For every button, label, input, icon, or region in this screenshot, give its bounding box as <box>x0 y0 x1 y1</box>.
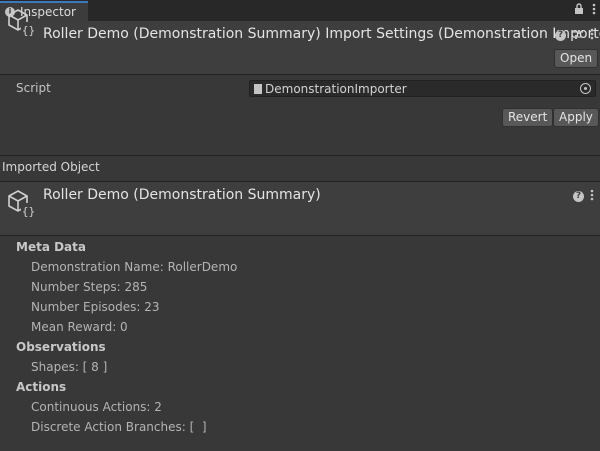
imported-object-header-buttons: ? <box>573 189 594 204</box>
open-button[interactable]: Open <box>554 49 599 68</box>
help-icon[interactable]: ? <box>573 191 584 202</box>
apply-button[interactable]: Apply <box>553 108 599 127</box>
number-episodes: Number Episodes: 23 <box>31 300 160 314</box>
script-field[interactable]: DemonstrationImporter <box>249 80 596 97</box>
observations-heading: Observations <box>16 340 106 354</box>
mean-reward: Mean Reward: 0 <box>31 320 128 334</box>
demonstration-asset-icon: {} <box>6 6 38 38</box>
script-label: Script <box>16 81 51 95</box>
script-file-icon <box>254 83 262 94</box>
continuous-actions: Continuous Actions: 2 <box>31 400 162 414</box>
preset-icon[interactable] <box>572 29 584 43</box>
lock-icon[interactable] <box>574 3 584 18</box>
demonstration-summary-icon: {} <box>6 187 38 219</box>
actions-heading: Actions <box>16 380 67 394</box>
window-tools <box>574 3 596 18</box>
revert-button[interactable]: Revert <box>502 108 554 127</box>
kebab-menu-icon[interactable] <box>592 3 596 18</box>
demonstration-name: Demonstration Name: RollerDemo <box>31 260 238 274</box>
number-steps: Number Steps: 285 <box>31 280 148 294</box>
discrete-action-branches: Discrete Action Branches: [ ] <box>31 420 207 434</box>
object-picker-icon[interactable] <box>580 83 591 94</box>
tab-bar <box>0 0 600 21</box>
help-icon[interactable]: ? <box>555 30 566 41</box>
kebab-menu-icon[interactable] <box>590 28 594 43</box>
kebab-menu-icon[interactable] <box>590 189 594 204</box>
importer-header-buttons: ? <box>555 28 594 43</box>
imported-object-title: Roller Demo (Demonstration Summary) <box>43 187 321 203</box>
meta-data-heading: Meta Data <box>16 240 86 254</box>
svg-text:{}: {} <box>22 205 35 218</box>
svg-text:{}: {} <box>22 24 35 37</box>
imported-object-label: Imported Object <box>2 160 100 174</box>
observation-shapes: Shapes: [ 8 ] <box>31 360 108 374</box>
script-value: DemonstrationImporter <box>265 81 407 96</box>
importer-title: Roller Demo (Demonstration Summary) Impo… <box>43 26 600 42</box>
